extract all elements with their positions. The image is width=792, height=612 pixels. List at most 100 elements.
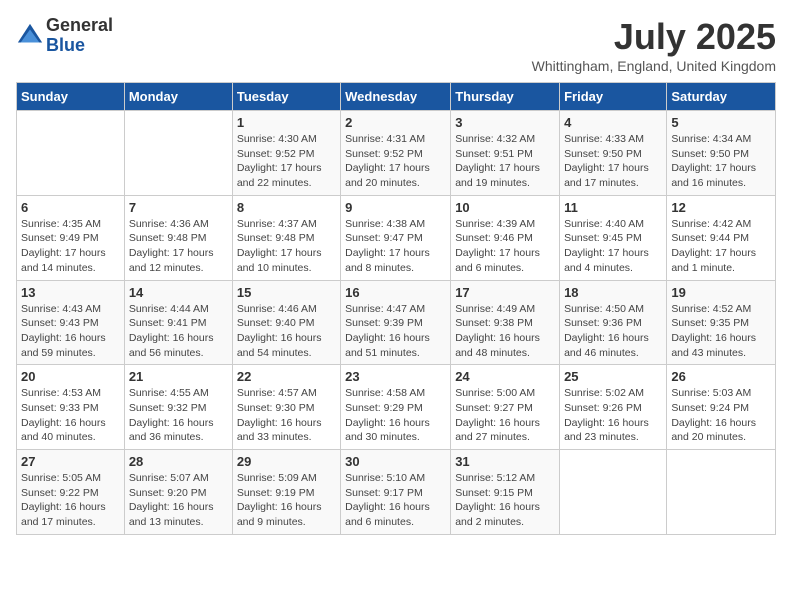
calendar-cell: 26 Sunrise: 5:03 AMSunset: 9:24 PMDayligh… — [667, 365, 776, 450]
calendar-cell: 24 Sunrise: 5:00 AMSunset: 9:27 PMDayligh… — [451, 365, 560, 450]
title-section: July 2025 Whittingham, England, United K… — [532, 16, 776, 74]
calendar-cell: 22 Sunrise: 4:57 AMSunset: 9:30 PMDayligh… — [232, 365, 340, 450]
day-info: Sunrise: 5:00 AMSunset: 9:27 PMDaylight:… — [455, 386, 555, 445]
calendar-cell: 8 Sunrise: 4:37 AMSunset: 9:48 PMDaylight… — [232, 195, 340, 280]
calendar-cell: 12 Sunrise: 4:42 AMSunset: 9:44 PMDayligh… — [667, 195, 776, 280]
logo-general: General — [46, 16, 113, 36]
day-number: 4 — [564, 115, 662, 130]
week-row-3: 13Sunrise: 4:43 AMSunset: 9:43 PMDayligh… — [17, 280, 776, 365]
day-info: Sunrise: 5:03 AMSunset: 9:24 PMDaylight:… — [671, 386, 771, 445]
day-info: Sunrise: 5:02 AMSunset: 9:26 PMDaylight:… — [564, 386, 662, 445]
day-info: Sunrise: 4:32 AMSunset: 9:51 PMDaylight:… — [455, 132, 555, 191]
day-info: Sunrise: 4:31 AMSunset: 9:52 PMDaylight:… — [345, 132, 446, 191]
header-wednesday: Wednesday — [341, 83, 451, 111]
day-info: Sunrise: 4:57 AMSunset: 9:30 PMDaylight:… — [237, 386, 336, 445]
week-row-2: 6Sunrise: 4:35 AMSunset: 9:49 PMDaylight… — [17, 195, 776, 280]
day-info: Sunrise: 4:38 AMSunset: 9:47 PMDaylight:… — [345, 217, 446, 276]
location: Whittingham, England, United Kingdom — [532, 58, 776, 74]
day-info: Sunrise: 4:34 AMSunset: 9:50 PMDaylight:… — [671, 132, 771, 191]
logo: General Blue — [16, 16, 113, 56]
day-number: 3 — [455, 115, 555, 130]
page-header: General Blue July 2025 Whittingham, Engl… — [16, 16, 776, 74]
day-number: 19 — [671, 285, 771, 300]
day-number: 15 — [237, 285, 336, 300]
day-number: 16 — [345, 285, 446, 300]
day-info: Sunrise: 4:47 AMSunset: 9:39 PMDaylight:… — [345, 302, 446, 361]
day-info: Sunrise: 5:12 AMSunset: 9:15 PMDaylight:… — [455, 471, 555, 530]
calendar-body: 1Sunrise: 4:30 AMSunset: 9:52 PMDaylight… — [17, 111, 776, 535]
day-number: 18 — [564, 285, 662, 300]
day-number: 5 — [671, 115, 771, 130]
day-info: Sunrise: 4:37 AMSunset: 9:48 PMDaylight:… — [237, 217, 336, 276]
day-info: Sunrise: 4:39 AMSunset: 9:46 PMDaylight:… — [455, 217, 555, 276]
day-number: 8 — [237, 200, 336, 215]
day-info: Sunrise: 5:09 AMSunset: 9:19 PMDaylight:… — [237, 471, 336, 530]
day-number: 24 — [455, 369, 555, 384]
calendar-cell: 19 Sunrise: 4:52 AMSunset: 9:35 PMDayligh… — [667, 280, 776, 365]
day-number: 2 — [345, 115, 446, 130]
header-row: SundayMondayTuesdayWednesdayThursdayFrid… — [17, 83, 776, 111]
header-friday: Friday — [560, 83, 667, 111]
calendar-cell — [560, 450, 667, 535]
day-info: Sunrise: 4:49 AMSunset: 9:38 PMDaylight:… — [455, 302, 555, 361]
day-number: 26 — [671, 369, 771, 384]
day-number: 20 — [21, 369, 120, 384]
calendar-cell: 11Sunrise: 4:40 AMSunset: 9:45 PMDayligh… — [560, 195, 667, 280]
day-info: Sunrise: 4:42 AMSunset: 9:44 PMDaylight:… — [671, 217, 771, 276]
day-number: 22 — [237, 369, 336, 384]
calendar-cell: 27Sunrise: 5:05 AMSunset: 9:22 PMDayligh… — [17, 450, 125, 535]
calendar-cell: 17 Sunrise: 4:49 AMSunset: 9:38 PMDayligh… — [451, 280, 560, 365]
day-number: 17 — [455, 285, 555, 300]
day-number: 31 — [455, 454, 555, 469]
calendar-cell: 28Sunrise: 5:07 AMSunset: 9:20 PMDayligh… — [124, 450, 232, 535]
header-saturday: Saturday — [667, 83, 776, 111]
calendar-cell: 18Sunrise: 4:50 AMSunset: 9:36 PMDayligh… — [560, 280, 667, 365]
calendar-header: SundayMondayTuesdayWednesdayThursdayFrid… — [17, 83, 776, 111]
day-info: Sunrise: 4:52 AMSunset: 9:35 PMDaylight:… — [671, 302, 771, 361]
day-number: 29 — [237, 454, 336, 469]
calendar-cell: 31 Sunrise: 5:12 AMSunset: 9:15 PMDayligh… — [451, 450, 560, 535]
week-row-1: 1Sunrise: 4:30 AMSunset: 9:52 PMDaylight… — [17, 111, 776, 196]
calendar-cell — [667, 450, 776, 535]
calendar-cell: 14Sunrise: 4:44 AMSunset: 9:41 PMDayligh… — [124, 280, 232, 365]
calendar-cell: 15 Sunrise: 4:46 AMSunset: 9:40 PMDayligh… — [232, 280, 340, 365]
day-info: Sunrise: 4:46 AMSunset: 9:40 PMDaylight:… — [237, 302, 336, 361]
day-number: 10 — [455, 200, 555, 215]
calendar-cell: 25Sunrise: 5:02 AMSunset: 9:26 PMDayligh… — [560, 365, 667, 450]
calendar-cell: 4 Sunrise: 4:33 AMSunset: 9:50 PMDaylight… — [560, 111, 667, 196]
day-info: Sunrise: 5:07 AMSunset: 9:20 PMDaylight:… — [129, 471, 228, 530]
header-sunday: Sunday — [17, 83, 125, 111]
calendar-cell: 3 Sunrise: 4:32 AMSunset: 9:51 PMDaylight… — [451, 111, 560, 196]
day-number: 9 — [345, 200, 446, 215]
day-number: 21 — [129, 369, 228, 384]
calendar-cell: 5 Sunrise: 4:34 AMSunset: 9:50 PMDaylight… — [667, 111, 776, 196]
logo-blue: Blue — [46, 36, 113, 56]
calendar-cell: 6Sunrise: 4:35 AMSunset: 9:49 PMDaylight… — [17, 195, 125, 280]
calendar-cell: 2 Sunrise: 4:31 AMSunset: 9:52 PMDaylight… — [341, 111, 451, 196]
day-info: Sunrise: 4:43 AMSunset: 9:43 PMDaylight:… — [21, 302, 120, 361]
week-row-5: 27Sunrise: 5:05 AMSunset: 9:22 PMDayligh… — [17, 450, 776, 535]
day-info: Sunrise: 4:30 AMSunset: 9:52 PMDaylight:… — [237, 132, 336, 191]
day-number: 23 — [345, 369, 446, 384]
calendar-cell: 30Sunrise: 5:10 AMSunset: 9:17 PMDayligh… — [341, 450, 451, 535]
calendar-table: SundayMondayTuesdayWednesdayThursdayFrid… — [16, 82, 776, 535]
calendar-cell: 23 Sunrise: 4:58 AMSunset: 9:29 PMDayligh… — [341, 365, 451, 450]
day-number: 12 — [671, 200, 771, 215]
day-info: Sunrise: 4:44 AMSunset: 9:41 PMDaylight:… — [129, 302, 228, 361]
calendar-cell: 1Sunrise: 4:30 AMSunset: 9:52 PMDaylight… — [232, 111, 340, 196]
header-tuesday: Tuesday — [232, 83, 340, 111]
calendar-cell: 10 Sunrise: 4:39 AMSunset: 9:46 PMDayligh… — [451, 195, 560, 280]
month-title: July 2025 — [532, 16, 776, 58]
header-monday: Monday — [124, 83, 232, 111]
header-thursday: Thursday — [451, 83, 560, 111]
day-info: Sunrise: 4:58 AMSunset: 9:29 PMDaylight:… — [345, 386, 446, 445]
day-info: Sunrise: 4:53 AMSunset: 9:33 PMDaylight:… — [21, 386, 120, 445]
calendar-cell — [17, 111, 125, 196]
day-number: 7 — [129, 200, 228, 215]
day-number: 30 — [345, 454, 446, 469]
day-number: 6 — [21, 200, 120, 215]
calendar-cell: 21Sunrise: 4:55 AMSunset: 9:32 PMDayligh… — [124, 365, 232, 450]
day-info: Sunrise: 4:33 AMSunset: 9:50 PMDaylight:… — [564, 132, 662, 191]
day-number: 27 — [21, 454, 120, 469]
calendar-cell: 20 Sunrise: 4:53 AMSunset: 9:33 PMDayligh… — [17, 365, 125, 450]
